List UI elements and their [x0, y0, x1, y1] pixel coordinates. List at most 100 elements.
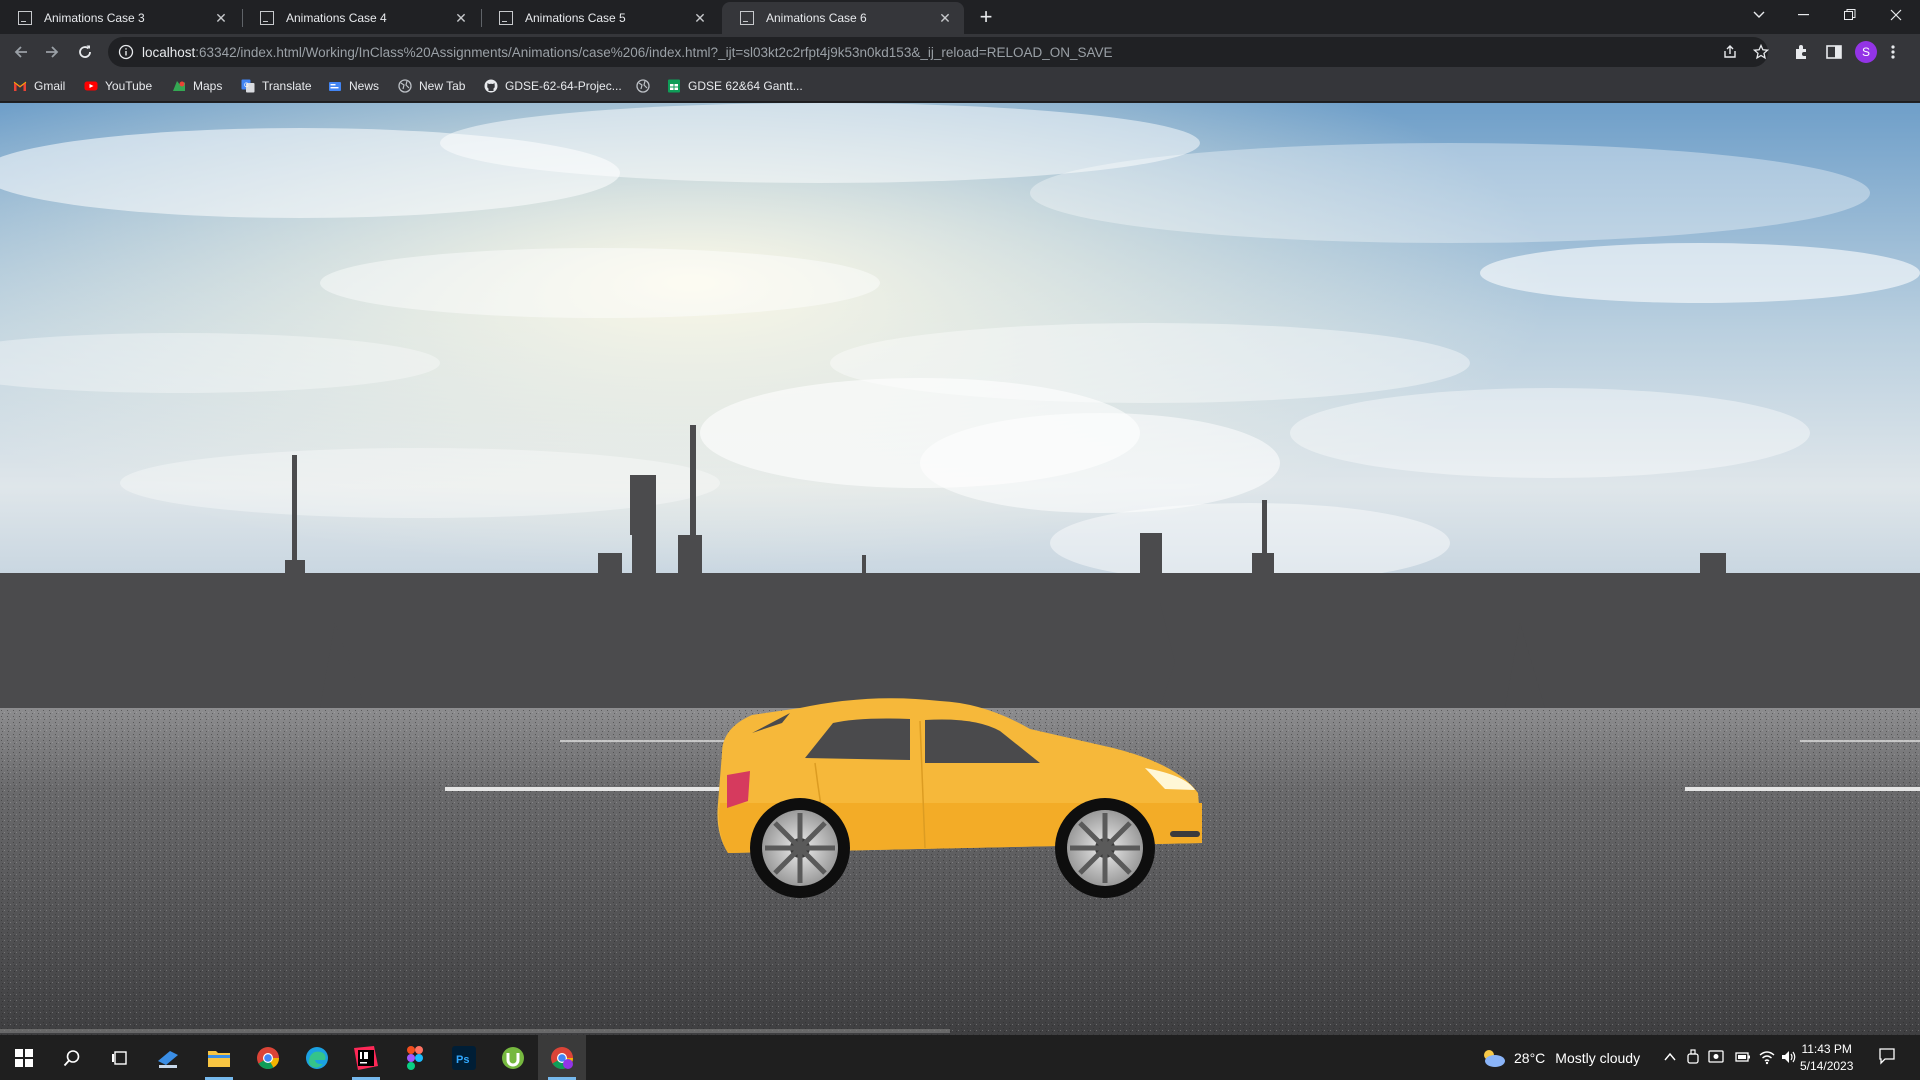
bookmark-translate[interactable]: G Translate: [241, 77, 312, 95]
bookmark-label: Translate: [262, 79, 312, 93]
tab-animations-case-4[interactable]: Animations Case 4 ✕: [242, 2, 480, 34]
close-window-button[interactable]: [1873, 0, 1919, 30]
page-viewport: [0, 103, 1920, 1035]
share-icon[interactable]: [1722, 44, 1738, 60]
taskbar-app-intellij[interactable]: [342, 1035, 390, 1080]
screen-capture-icon[interactable]: [1708, 1049, 1724, 1065]
clock-date: 5/14/2023: [1800, 1059, 1854, 1073]
translate-icon: G: [241, 79, 255, 93]
tab-strip: Animations Case 3 ✕ Animations Case 4 ✕ …: [0, 0, 1920, 34]
taskbar-app-desktop-tool[interactable]: [144, 1035, 192, 1080]
info-icon[interactable]: [118, 44, 134, 60]
bookmark-new-tab[interactable]: New Tab: [398, 77, 465, 95]
close-icon[interactable]: ✕: [936, 9, 954, 27]
bookmarks-bar: Gmail YouTube Maps G Translate News New …: [0, 70, 1920, 102]
figma-icon: [407, 1045, 423, 1070]
browser-toolbar: localhost:63342/index.html/Working/InCla…: [0, 34, 1920, 70]
front-wheel: [1055, 798, 1155, 898]
cloudy-weather-icon: [1484, 1050, 1505, 1067]
folder-icon: [208, 1050, 230, 1067]
close-icon[interactable]: ✕: [212, 9, 230, 27]
tab-animations-case-6[interactable]: Animations Case 6 ✕: [722, 2, 964, 34]
youtube-icon: [84, 81, 98, 91]
profile-avatar[interactable]: S: [1855, 41, 1877, 63]
tab-label: Animations Case 4: [286, 11, 387, 25]
side-panel-icon[interactable]: [1825, 43, 1843, 61]
taskbar-app-figma[interactable]: [391, 1035, 439, 1080]
tab-label: Animations Case 3: [44, 11, 145, 25]
taskbar-app-edge[interactable]: [293, 1035, 341, 1080]
extensions-icon[interactable]: [1793, 43, 1811, 61]
volume-icon[interactable]: [1781, 1049, 1797, 1065]
bookmark-gmail[interactable]: Gmail: [13, 77, 65, 95]
intellij-icon: [740, 11, 754, 25]
address-bar[interactable]: localhost:63342/index.html/Working/InCla…: [108, 37, 1769, 67]
reload-button[interactable]: [73, 40, 97, 64]
taskbar-app-utorrent[interactable]: [489, 1035, 537, 1080]
new-tab-button[interactable]: +: [975, 6, 997, 28]
intellij-icon: [499, 11, 513, 25]
notifications-icon[interactable]: [1878, 1047, 1896, 1065]
bookmark-youtube[interactable]: YouTube: [84, 77, 152, 95]
bookmark-globe[interactable]: [636, 77, 657, 95]
weather-widget[interactable]: 28°C Mostly cloudy: [1480, 1048, 1640, 1068]
taskbar: Ps 28°C Mostly cloudy 11:43 PM 5/14/2023: [0, 1035, 1920, 1080]
bookmark-label: GDSE 62&64 Gantt...: [688, 79, 803, 93]
forward-button[interactable]: [40, 40, 64, 64]
tab-animations-case-5[interactable]: Animations Case 5 ✕: [481, 2, 719, 34]
clock-time: 11:43 PM: [1801, 1042, 1852, 1056]
url-text[interactable]: localhost:63342/index.html/Working/InCla…: [142, 45, 1113, 60]
intellij-icon: [260, 11, 274, 25]
intellij-icon: [354, 1045, 378, 1070]
windows-logo-icon: [15, 1048, 33, 1067]
close-icon[interactable]: ✕: [691, 9, 709, 27]
bookmark-maps[interactable]: Maps: [172, 77, 222, 95]
taskbar-app-chrome-profile[interactable]: [538, 1035, 586, 1080]
usb-device-icon[interactable]: [1686, 1049, 1700, 1065]
chevron-up-icon[interactable]: [1664, 1052, 1676, 1062]
bookmark-label: GDSE-62-64-Projec...: [505, 79, 622, 93]
desktop-tool-icon: [158, 1050, 178, 1068]
arrow-right-icon: [46, 46, 59, 58]
bookmark-gdse-gantt[interactable]: GDSE 62&64 Gantt...: [667, 77, 803, 95]
wifi-icon[interactable]: [1759, 1049, 1775, 1065]
url-path: :63342/index.html/Working/InClass%20Assi…: [195, 45, 1113, 60]
start-button[interactable]: [0, 1035, 48, 1080]
horizontal-scrollbar-thumb[interactable]: [0, 1029, 950, 1033]
task-view-button[interactable]: [96, 1035, 144, 1080]
scene-canvas: [0, 103, 1920, 1035]
bookmark-news[interactable]: News: [328, 77, 379, 95]
intellij-icon: [18, 11, 32, 25]
photoshop-icon: Ps: [452, 1045, 476, 1070]
weather-temperature: 28°C: [1514, 1050, 1546, 1066]
gmail-icon: [13, 81, 27, 91]
taskbar-app-file-explorer[interactable]: [195, 1035, 243, 1080]
minimize-button[interactable]: [1781, 0, 1827, 30]
bookmark-label: Maps: [193, 79, 223, 93]
bookmark-label: New Tab: [419, 79, 466, 93]
star-icon[interactable]: [1753, 44, 1769, 60]
taskbar-app-photoshop[interactable]: Ps: [440, 1035, 488, 1080]
weather-description: Mostly cloudy: [1555, 1050, 1641, 1066]
restore-icon: [1844, 9, 1856, 20]
arrow-left-icon: [14, 46, 27, 58]
battery-icon[interactable]: [1735, 1050, 1751, 1064]
restore-button[interactable]: [1827, 0, 1873, 30]
tab-search-button[interactable]: [1736, 0, 1782, 30]
utorrent-icon: [502, 1046, 524, 1069]
taskbar-app-chrome[interactable]: [244, 1035, 292, 1080]
search-button[interactable]: [48, 1035, 96, 1080]
rear-wheel: [750, 798, 850, 898]
tab-label: Animations Case 5: [525, 11, 626, 25]
close-icon[interactable]: ✕: [452, 9, 470, 27]
tab-animations-case-3[interactable]: Animations Case 3 ✕: [0, 2, 240, 34]
edge-icon: [306, 1046, 328, 1069]
globe-icon: [636, 79, 650, 93]
chevron-down-icon: [1753, 11, 1765, 18]
kebab-menu-icon[interactable]: [1890, 43, 1896, 61]
system-clock[interactable]: 11:43 PM 5/14/2023: [1800, 1041, 1853, 1075]
back-button[interactable]: [9, 40, 33, 64]
bookmark-gdse-projec[interactable]: GDSE-62-64-Projec...: [484, 77, 622, 95]
url-host: localhost: [142, 45, 196, 60]
chrome-icon: [551, 1046, 573, 1069]
